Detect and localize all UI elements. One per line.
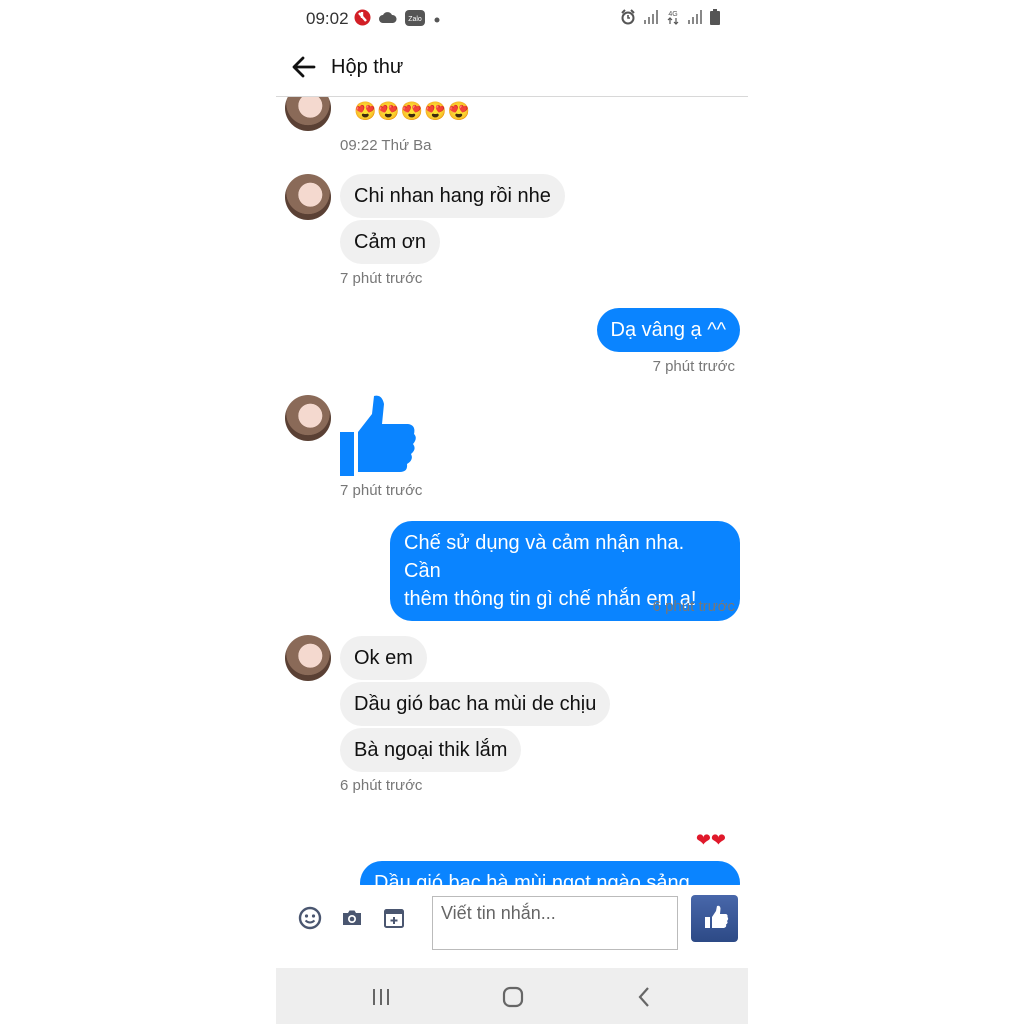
smiley-icon[interactable] [298,906,322,930]
cloud-icon [379,11,397,29]
emoji-message: 😍😍😍😍😍 [354,101,472,121]
app-header: Hộp thư [276,40,748,97]
outgoing-message[interactable]: Dầu gió bạc hà mùi ngọt ngào sảng [360,861,740,885]
recents-icon[interactable] [368,984,394,1010]
zalo-icon: Zalo [405,9,425,31]
alarm-icon [620,9,636,30]
message-timestamp: 7 phút trước [652,358,735,375]
message-line: Chế sử dụng và cảm nhận nha. Cần [404,532,685,582]
camera-icon[interactable] [340,906,364,930]
signal-icon [644,10,658,29]
home-icon[interactable] [500,984,526,1010]
incoming-message[interactable]: Chi nhan hang rồi nhe [340,174,565,218]
incoming-message[interactable]: Dầu gió bac ha mùi de chịu [340,682,611,726]
dot-icon [433,11,441,29]
svg-text:Zalo: Zalo [408,16,422,23]
thumbs-up-icon[interactable] [338,394,418,478]
incoming-message[interactable]: Bà ngoại thik lắm [340,728,522,772]
network-4g-icon: 4G [666,9,680,30]
thumbs-up-icon[interactable] [691,895,738,942]
phone-screen: 09:02 Zalo 4G Hộp thư 😍😍😍😍😍 09:22 Thứ Ba… [276,0,748,1024]
message-timestamp: 09:22 Thứ Ba [340,137,432,154]
outgoing-message[interactable]: Dạ vâng ạ ^^ [596,308,740,352]
avatar[interactable] [285,395,331,441]
incoming-message[interactable]: Ok em [340,636,427,680]
chevron-left-icon[interactable] [632,984,658,1010]
message-timestamp: 6 phút trước [340,777,423,794]
arrow-left-icon[interactable] [290,53,318,81]
message-timestamp: 7 phút trước [340,482,423,499]
system-nav-bar [276,968,748,1024]
message-timestamp: 6 phút trước [652,598,735,615]
message-timestamp: 7 phút trước [340,270,423,287]
battery-icon [710,9,720,30]
avatar[interactable] [285,174,331,220]
incoming-message[interactable]: Cảm ơn [340,220,441,264]
message-input[interactable] [432,896,678,950]
message-composer [276,886,748,968]
page-title: Hộp thư [331,56,404,78]
app-notification-icon [354,9,371,31]
avatar[interactable] [285,635,331,681]
message-list[interactable]: 😍😍😍😍😍 09:22 Thứ Ba Chi nhan hang rồi nhe… [276,97,748,885]
heart-reaction[interactable]: ❤❤ [696,830,726,851]
calendar-plus-icon[interactable] [382,906,406,930]
status-time: 09:02 [306,9,349,28]
avatar[interactable] [285,97,331,131]
svg-text:4G: 4G [668,11,677,18]
status-bar: 09:02 Zalo 4G [276,0,748,36]
message-line: Dầu gió bạc hà mùi ngọt ngào sảng [374,872,690,885]
signal-icon-2 [688,10,702,29]
